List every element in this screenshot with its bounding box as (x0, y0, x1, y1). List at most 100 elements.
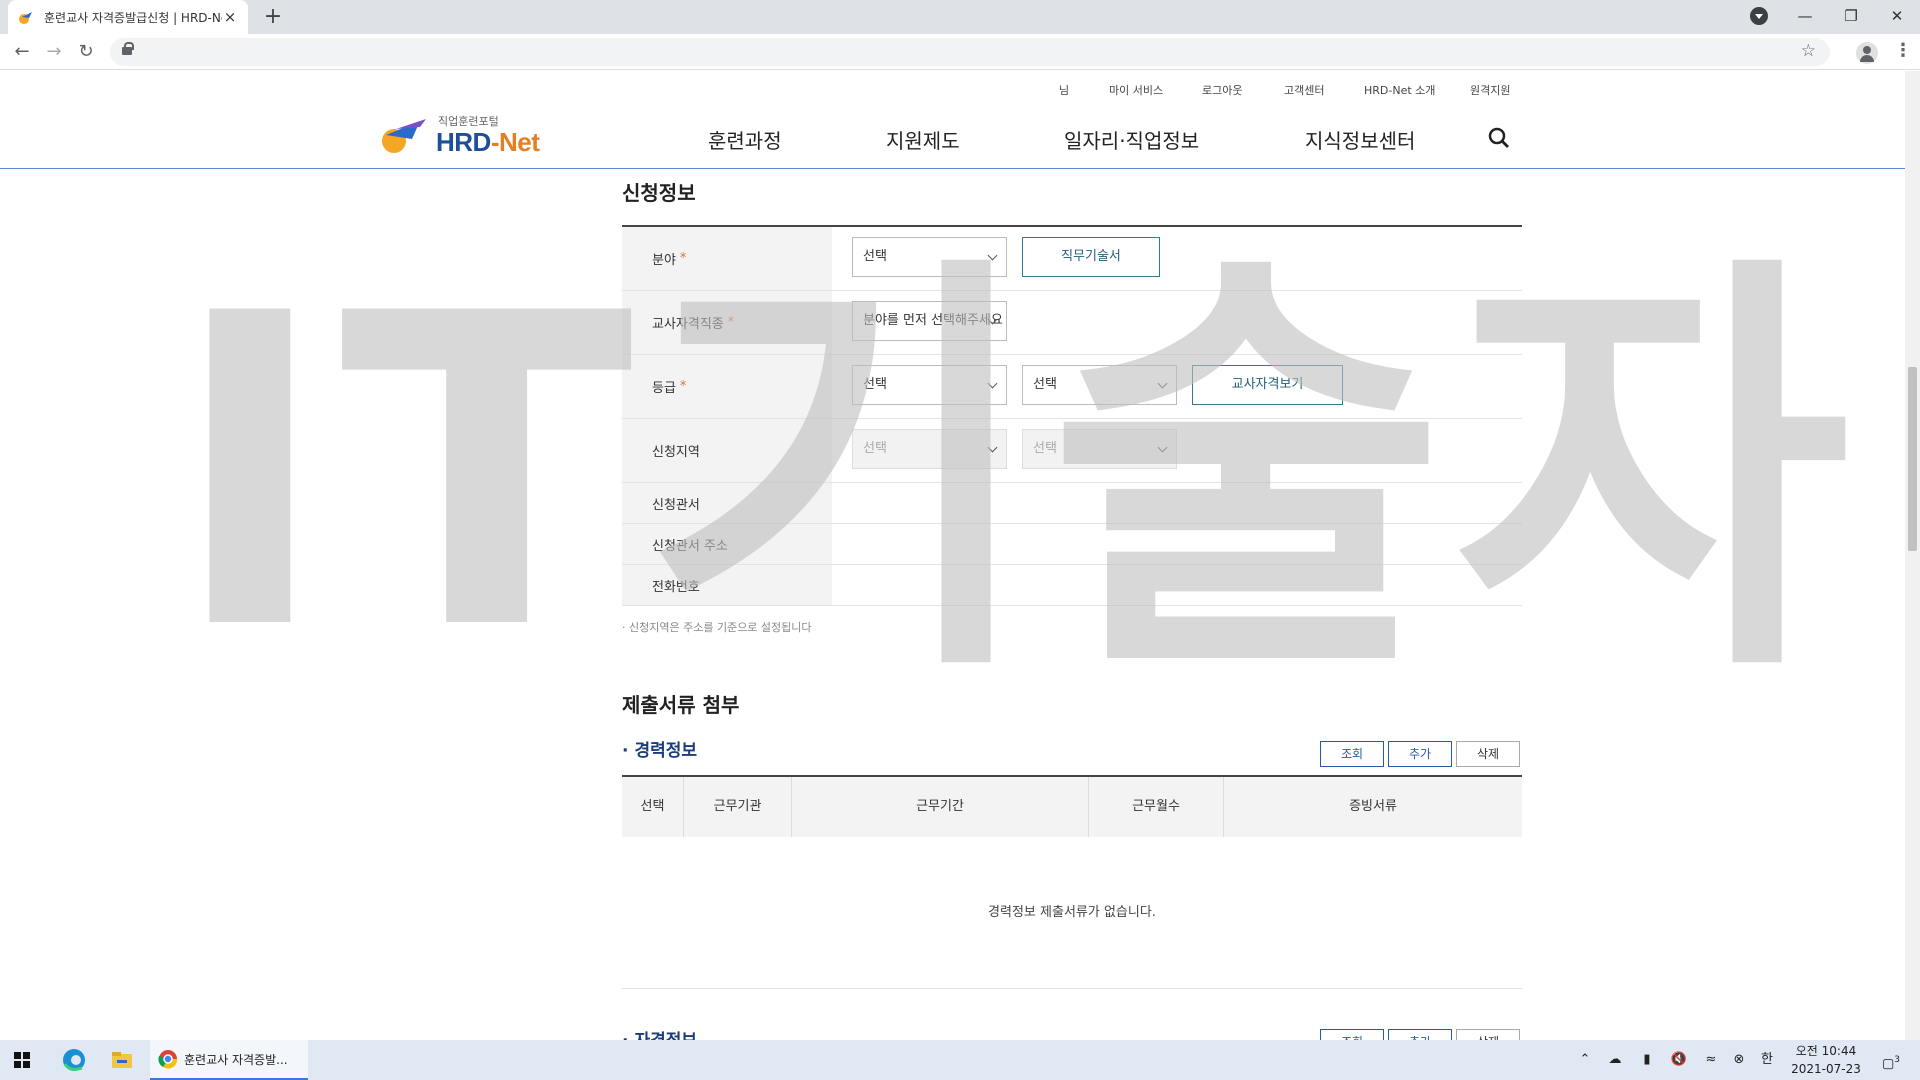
status-x-icon[interactable]: ⊗ (1728, 1040, 1750, 1080)
license-info-title: 자격정보 (622, 1026, 697, 1040)
browser-tab[interactable]: 훈련교사 자격증발급신청 | HRD-Net × (8, 0, 248, 34)
region-select-1[interactable]: 선택 (852, 429, 1007, 469)
phone-row: 전화번호 (622, 565, 1522, 606)
search-icon[interactable] (1488, 127, 1510, 149)
region-row: 신청지역 선택 선택 (622, 419, 1522, 483)
restore-icon[interactable]: ❐ (1828, 0, 1874, 34)
network-icon[interactable]: ≈ (1700, 1040, 1722, 1080)
show-hidden-icons-icon[interactable]: ⌃ (1574, 1040, 1596, 1080)
battery-icon[interactable]: ▮ (1636, 1040, 1658, 1080)
nav-training-courses[interactable]: 훈련과정 (708, 125, 782, 154)
column-header: 선택 (622, 777, 684, 837)
utility-logout[interactable]: 로그아웃 (1202, 82, 1242, 98)
office-address-row: 신청관서 주소 (622, 524, 1522, 565)
apply-info-form: 분야 * 선택 직무기술서 교사자격직종 * 분야를 먼저 선택해주세요 등급 * 선… (622, 225, 1522, 606)
office-row: 신청관서 (622, 483, 1522, 524)
region-label: 신청지역 (652, 445, 700, 460)
profile-avatar-icon[interactable] (1856, 42, 1878, 64)
required-mark: * (679, 379, 687, 394)
qualification-row: 교사자격직종 * 분야를 먼저 선택해주세요 (622, 291, 1522, 355)
page-scrollbar[interactable] (1905, 71, 1920, 1040)
logo-text: HRD-Net (436, 127, 540, 157)
view-qualification-button[interactable]: 교사자격보기 (1192, 365, 1343, 405)
required-mark: * (727, 315, 735, 330)
forward-icon[interactable]: → (42, 40, 66, 64)
utility-hrd-intro[interactable]: HRD-Net 소개 (1364, 82, 1435, 98)
notification-center-icon[interactable]: ▢3 (1876, 1040, 1906, 1080)
column-header: 근무월수 (1089, 777, 1224, 837)
nav-job-info[interactable]: 일자리·직업정보 (1064, 125, 1199, 154)
browser-tab-strip: 훈련교사 자격증발급신청 | HRD-Net × + — ❐ ✕ (0, 0, 1920, 34)
ime-indicator[interactable]: 한 (1756, 1040, 1778, 1080)
grade-row: 등급 * 선택 선택 교사자격보기 (622, 355, 1522, 419)
nav-support-system[interactable]: 지원제도 (886, 125, 960, 154)
taskbar-chrome-title: 훈련교사 자격증발... (184, 1052, 288, 1067)
column-header: 근무기간 (792, 777, 1089, 837)
reload-icon[interactable]: ↻ (74, 40, 98, 64)
license-search-button[interactable]: 조회 (1320, 1029, 1384, 1040)
utility-remote-support[interactable]: 원격지원 (1470, 82, 1510, 98)
utility-user-name: 님 (1059, 84, 1070, 97)
chrome-icon (158, 1050, 178, 1069)
nav-knowledge-center[interactable]: 지식정보센터 (1305, 125, 1415, 154)
hrd-net-logo[interactable]: 직업훈련포털 HRD-Net (380, 111, 550, 159)
career-table: 선택 근무기관 근무기간 근무월수 증빙서류 경력정보 제출서류가 없습니다. (622, 775, 1522, 989)
volume-muted-icon[interactable]: 🔇 (1668, 1040, 1690, 1080)
office-label: 신청관서 (652, 497, 700, 513)
career-search-button[interactable]: 조회 (1320, 741, 1384, 767)
license-delete-button[interactable]: 삭제 (1456, 1029, 1520, 1040)
phone-label: 전화번호 (652, 579, 700, 595)
apply-info-title: 신청정보 (622, 181, 696, 205)
job-description-button[interactable]: 직무기술서 (1022, 237, 1160, 277)
career-info-title: 경력정보 (622, 736, 697, 761)
career-empty-message: 경력정보 제출서류가 없습니다. (622, 837, 1522, 989)
onedrive-icon[interactable]: ☁ (1604, 1040, 1626, 1080)
new-tab-button[interactable]: + (260, 4, 286, 30)
lock-icon (122, 42, 134, 55)
clock-date: 2021-07-23 (1791, 1062, 1861, 1076)
taskbar-clock[interactable]: 오전 10:44 2021-07-23 (1786, 1042, 1866, 1078)
grade-label: 등급 (652, 381, 676, 396)
more-menu-icon[interactable]: ⋮ (1894, 40, 1912, 62)
close-window-icon[interactable]: ✕ (1874, 0, 1920, 34)
file-explorer-icon[interactable] (108, 1046, 136, 1074)
career-delete-button[interactable]: 삭제 (1456, 741, 1520, 767)
scrollbar-thumb[interactable] (1908, 367, 1917, 551)
taskbar-chrome-window[interactable]: 훈련교사 자격증발... (150, 1040, 308, 1080)
hrd-logo-mark-icon (382, 119, 426, 153)
office-address-label: 신청관서 주소 (652, 538, 728, 554)
grade-select-2[interactable]: 선택 (1022, 365, 1177, 405)
region-select-2[interactable]: 선택 (1022, 429, 1177, 469)
hrd-favicon-icon (19, 12, 32, 24)
bookmark-star-icon[interactable]: ☆ (1801, 41, 1816, 61)
column-header: 증빙서류 (1349, 799, 1397, 814)
tab-close-icon[interactable]: × (222, 8, 238, 26)
qualification-select[interactable]: 분야를 먼저 선택해주세요 (852, 301, 1007, 341)
license-add-button[interactable]: 추가 (1388, 1029, 1452, 1040)
utility-my-service[interactable]: 마이 서비스 (1109, 82, 1163, 98)
page-viewport: 님 마이 서비스 로그아웃 고객센터 HRD-Net 소개 원격지원 직업훈련포… (0, 71, 1905, 1040)
windows-start-icon[interactable] (14, 1052, 30, 1068)
career-add-button[interactable]: 추가 (1388, 741, 1452, 767)
minimize-icon[interactable]: — (1782, 0, 1828, 34)
field-label: 분야 (652, 253, 676, 268)
back-icon[interactable]: ← (10, 40, 34, 64)
browser-toolbar: ← → ↻ ☆ ⋮ (0, 34, 1920, 70)
tab-search-icon[interactable] (1750, 7, 1768, 25)
career-table-header: 선택 근무기관 근무기간 근무월수 증빙서류 (622, 775, 1522, 837)
utility-nav: 님 마이 서비스 로그아웃 고객센터 HRD-Net 소개 원격지원 (0, 82, 1905, 102)
grade-select-1[interactable]: 선택 (852, 365, 1007, 405)
field-select[interactable]: 선택 (852, 237, 1007, 277)
region-note: · 신청지역은 주소를 기준으로 설정됩니다 (622, 621, 812, 634)
required-mark: * (679, 251, 687, 266)
clock-time: 오전 10:44 (1795, 1044, 1857, 1058)
utility-customer-center[interactable]: 고객센터 (1284, 82, 1324, 98)
field-row: 분야 * 선택 직무기술서 (622, 227, 1522, 291)
column-header: 근무기관 (684, 777, 792, 837)
qualification-label: 교사자격직종 (652, 317, 724, 332)
address-bar[interactable]: ☆ (110, 38, 1830, 66)
notification-count: 3 (1894, 1055, 1901, 1065)
tab-title: 훈련교사 자격증발급신청 | HRD-Net (44, 10, 222, 25)
edge-icon[interactable] (60, 1046, 88, 1074)
docs-title: 제출서류 첨부 (622, 693, 740, 717)
